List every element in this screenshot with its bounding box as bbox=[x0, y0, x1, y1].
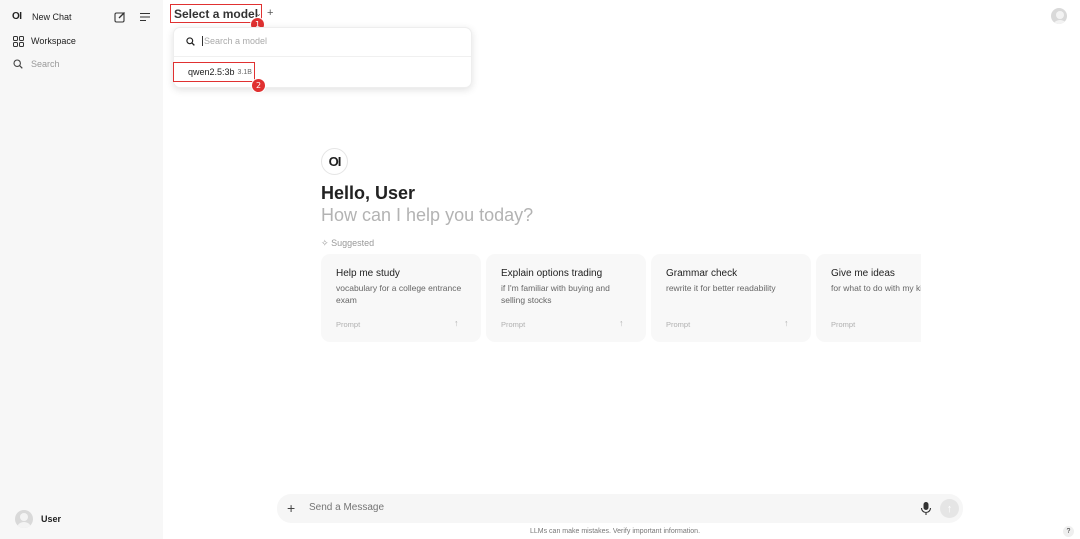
model-logo: OI bbox=[321, 148, 348, 175]
menu-icon[interactable] bbox=[138, 10, 152, 24]
card-subtitle: for what to do with my kids' art bbox=[831, 283, 921, 293]
annotation-badge-2: 2 bbox=[251, 78, 266, 93]
new-chat-link[interactable]: OI New Chat bbox=[12, 11, 72, 22]
card-title: Grammar check bbox=[666, 268, 738, 279]
card-prompt-label: Prompt bbox=[501, 320, 526, 329]
model-option-name: qwen2.5:3b bbox=[188, 67, 235, 77]
suggested-label: ✧ Suggested bbox=[321, 238, 375, 248]
app-logo: OI bbox=[12, 11, 22, 22]
message-input[interactable] bbox=[309, 502, 869, 513]
model-search-input[interactable]: Search a model bbox=[204, 36, 267, 46]
card-subtitle: if I'm familiar with buying and selling … bbox=[501, 283, 610, 305]
greeting-title: Hello, User bbox=[321, 183, 416, 203]
card-subtitle: vocabulary for a college entrance exam bbox=[336, 283, 462, 305]
user-menu[interactable]: User bbox=[15, 510, 61, 528]
message-composer: + ↑ bbox=[277, 494, 963, 523]
card-title: Help me study bbox=[336, 268, 400, 279]
model-search[interactable]: Search a model bbox=[186, 36, 267, 46]
arrow-up-icon: ↑ bbox=[454, 318, 459, 328]
model-selector-label: Select a model bbox=[174, 6, 259, 21]
grid-icon bbox=[12, 35, 24, 47]
card-subtitle: rewrite it for better readability bbox=[666, 283, 776, 293]
workspace-link[interactable]: Workspace bbox=[12, 35, 76, 47]
attach-plus-icon[interactable]: + bbox=[287, 500, 295, 516]
search-link[interactable]: Search bbox=[12, 58, 60, 70]
suggestion-card[interactable]: Give me ideas for what to do with my kid… bbox=[816, 254, 921, 342]
send-button[interactable]: ↑ bbox=[940, 499, 959, 518]
profile-avatar[interactable] bbox=[1051, 8, 1067, 24]
model-option-qwen[interactable]: qwen2.5:3b 3.1B bbox=[173, 62, 255, 82]
disclaimer-text: LLMs can make mistakes. Verify important… bbox=[530, 528, 701, 535]
new-chat-label: New Chat bbox=[32, 11, 72, 22]
model-dropdown: Search a model qwen2.5:3b 3.1B bbox=[173, 27, 472, 88]
suggestion-card[interactable]: Grammar check rewrite it for better read… bbox=[651, 254, 811, 342]
sparkle-icon: ✧ bbox=[321, 238, 329, 248]
card-prompt-label: Prompt bbox=[666, 320, 691, 329]
card-title: Give me ideas bbox=[831, 268, 895, 279]
avatar bbox=[15, 510, 33, 528]
sidebar: OI New Chat Workspace Search User bbox=[0, 0, 163, 539]
card-title: Explain options trading bbox=[501, 268, 603, 279]
search-icon bbox=[12, 58, 24, 70]
model-option-size: 3.1B bbox=[237, 68, 252, 76]
microphone-icon[interactable] bbox=[920, 501, 932, 516]
divider bbox=[174, 56, 471, 57]
user-name: User bbox=[41, 514, 62, 524]
search-icon bbox=[186, 36, 195, 46]
suggestion-card[interactable]: Explain options trading if I'm familiar … bbox=[486, 254, 646, 342]
add-model-icon[interactable]: + bbox=[267, 7, 273, 19]
model-selector[interactable]: Select a model bbox=[170, 4, 263, 23]
card-prompt-label: Prompt bbox=[336, 320, 361, 329]
suggestion-card[interactable]: Help me study vocabulary for a college e… bbox=[321, 254, 481, 342]
compose-icon[interactable] bbox=[113, 10, 127, 24]
help-button[interactable]: ? bbox=[1063, 526, 1074, 537]
search-label: Search bbox=[31, 59, 60, 69]
suggestion-cards: Help me study vocabulary for a college e… bbox=[321, 254, 921, 344]
arrow-up-icon: ↑ bbox=[619, 318, 624, 328]
text-cursor bbox=[202, 36, 203, 46]
arrow-up-icon: ↑ bbox=[784, 318, 789, 328]
workspace-label: Workspace bbox=[31, 36, 76, 46]
greeting-subtitle: How can I help you today? bbox=[321, 205, 534, 225]
card-prompt-label: Prompt bbox=[831, 320, 856, 329]
